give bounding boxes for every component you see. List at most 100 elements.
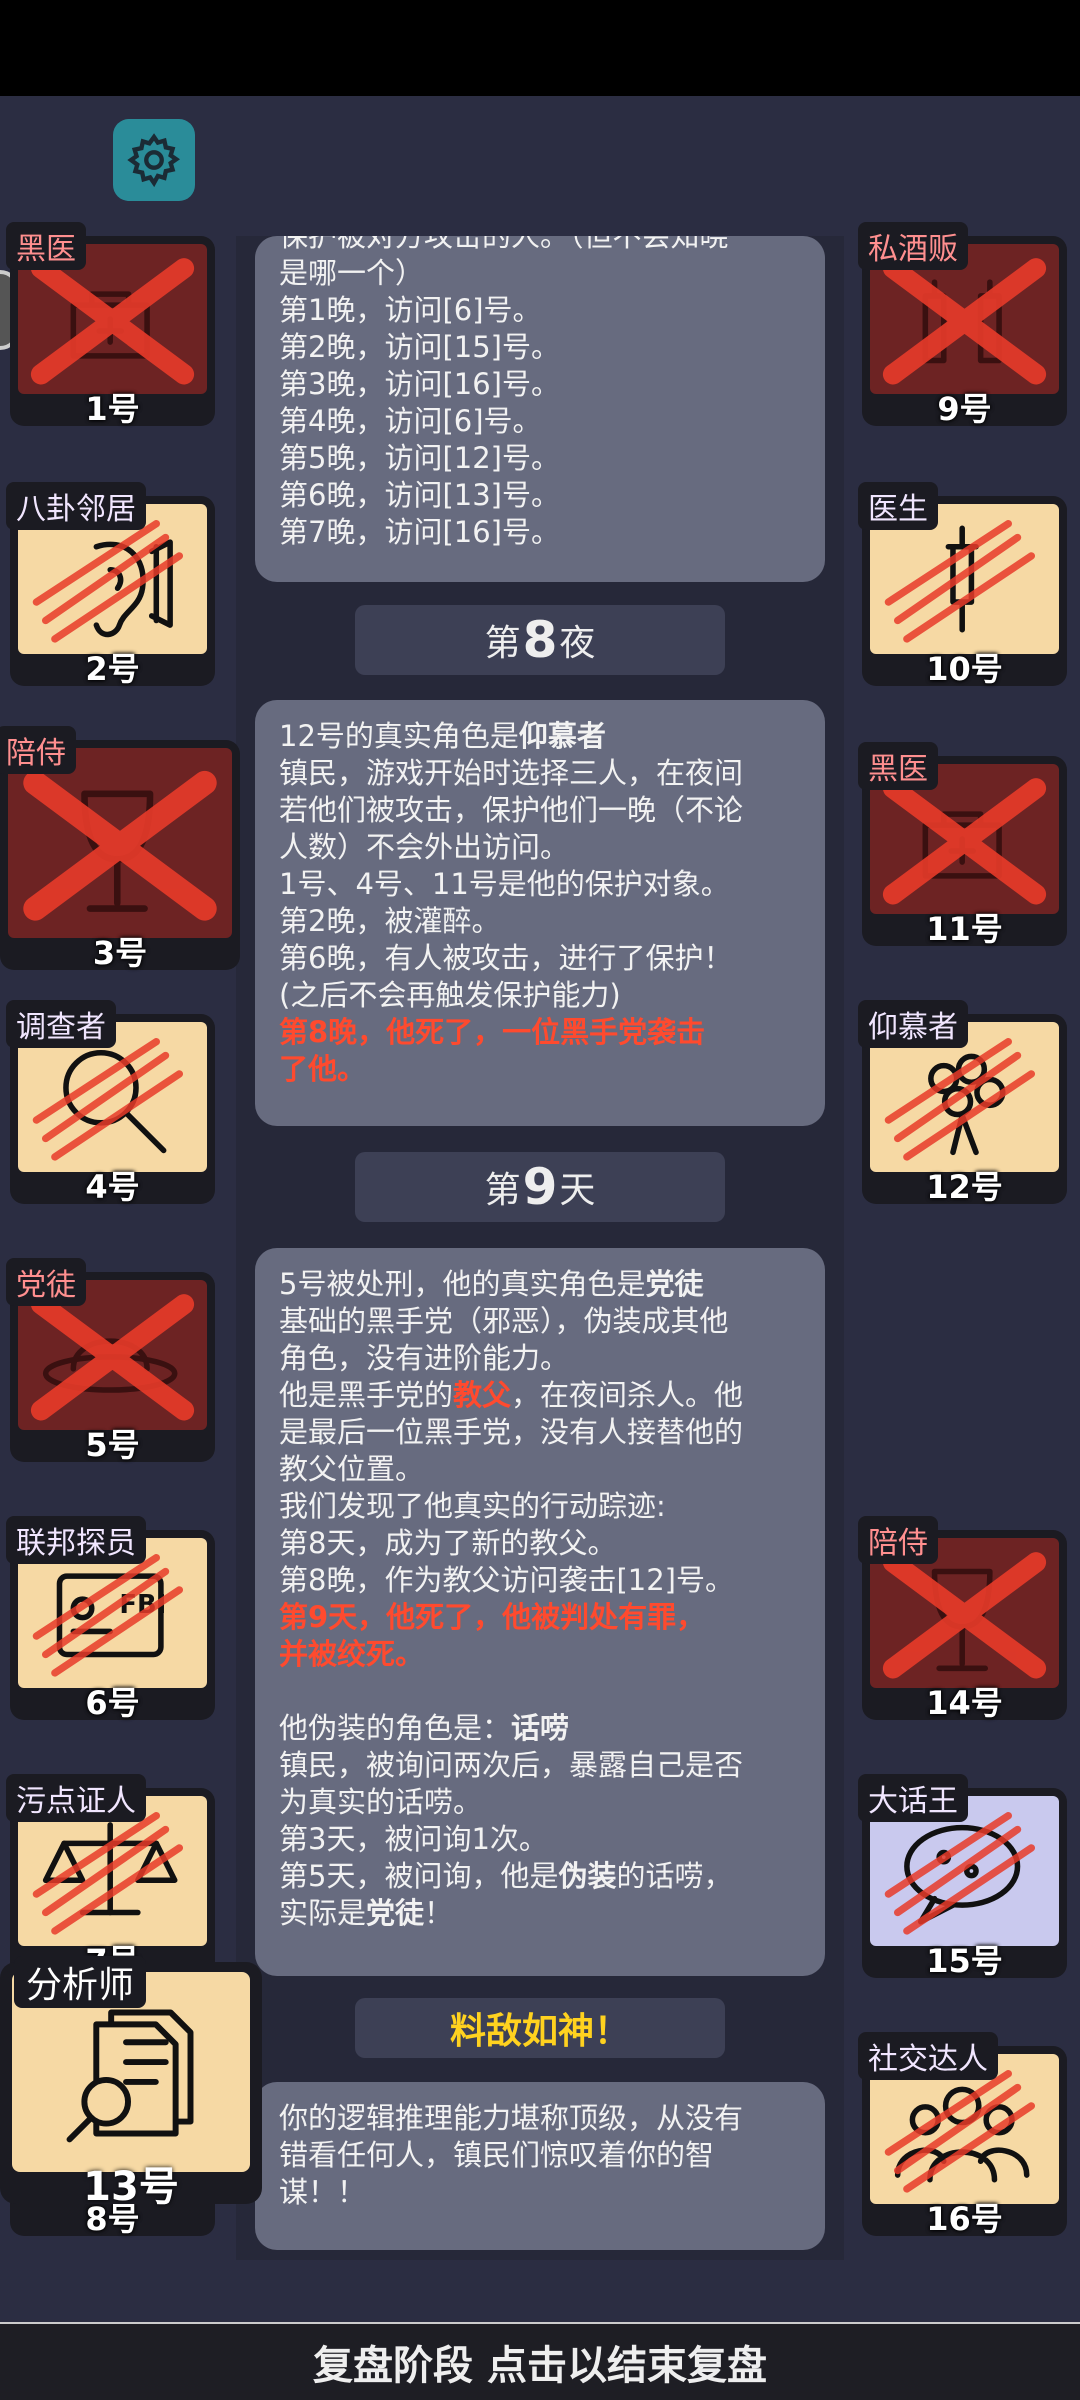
b1-line: 第4晚，访问[6]号。 <box>279 404 542 438</box>
b2-red-1: 第8晚，他死了，一位黑手党袭击 <box>279 1015 706 1049</box>
b3-l16-pre: 第5天，被问询，他是 <box>279 1859 559 1893</box>
player-card-14号[interactable]: 陪侍 14号 <box>858 1516 1067 1722</box>
card-art <box>23 770 217 921</box>
b1-line: 第5晚，访问[12]号。 <box>279 441 560 475</box>
card-role-label: 联邦探员 <box>6 1516 146 1564</box>
b3-l12-pre: 他伪装的角色是： <box>279 1711 512 1745</box>
b3-gap <box>279 1673 801 1710</box>
b3-line: 角色，没有进阶能力。 <box>279 1341 570 1375</box>
end-review-button[interactable]: 复盘阶段 点击以结束复盘 <box>0 2322 1080 2400</box>
b3-line: 是最后一位黑手党，没有人接替他的 <box>279 1415 744 1449</box>
b2-line: 第6晚，有人被攻击，进行了保护！ <box>279 941 733 975</box>
b2-line: 镇民，游戏开始时选择三人，在夜间 <box>279 756 744 790</box>
card-role-label: 污点证人 <box>6 1774 146 1822</box>
card-player-number: 12号 <box>926 1168 1003 1206</box>
log-bubble-3: 5号被处刑，他的真实角色是党徒 基础的黑手党（邪恶），伪装成其他 角色，没有进阶… <box>255 1248 825 1976</box>
day-9-post: 天 <box>559 1170 596 1211</box>
day-9-pre: 第 <box>484 1170 521 1211</box>
b1-line: 第2晚，访问[15]号。 <box>279 330 560 364</box>
player-card-12号[interactable]: 仰慕者 12号 <box>858 1000 1067 1206</box>
b3-l17-bold: 党徒 <box>366 1896 425 1930</box>
card-role-label: 调查者 <box>6 1000 116 1048</box>
day-9-header: 第 9 天 <box>355 1152 725 1222</box>
player-card-16号[interactable]: 社交达人 16号 <box>858 2032 1067 2238</box>
b3-line: 第8天，成为了新的教父。 <box>279 1526 617 1560</box>
log-bubble-4: 你的逻辑推理能力堪称顶级，从没有 错看任何人，镇民们惊叹着你的智 谋！！ <box>255 2082 825 2250</box>
b3-line: 基础的黑手党（邪恶），伪装成其他 <box>279 1304 729 1338</box>
b4-line: 错看任何人，镇民们惊叹着你的智 <box>279 2138 715 2172</box>
night-8-num: 8 <box>522 611 558 669</box>
card-player-number: 3号 <box>92 934 148 972</box>
b4-line: 谋！！ <box>279 2175 367 2209</box>
card-player-number: 11号 <box>926 910 1003 948</box>
b1-line: 第3晚，访问[16]号。 <box>279 367 560 401</box>
b1-line: 是哪一个） <box>279 256 425 290</box>
card-player-number: 6号 <box>85 1684 140 1722</box>
b3-l17-post: ！ <box>424 1896 454 1930</box>
player-card-15号[interactable]: 大话王 15号 <box>858 1774 1067 1980</box>
card-face <box>8 748 232 938</box>
player-card-7号[interactable]: 污点证人 7号 <box>6 1774 215 1980</box>
b2-line: (之后不会再触发保护能力) <box>279 978 621 1012</box>
b2-red-2: 了他。 <box>279 1052 367 1086</box>
b3-l4-post: ，在夜间杀人。他 <box>511 1378 744 1412</box>
night-8-pre: 第 <box>484 623 521 664</box>
b3-line: 第3天，被问询1次。 <box>279 1822 548 1856</box>
player-card-11号[interactable]: 黑医 11号 <box>858 742 1067 948</box>
b3-line: 第8晚，作为教父访问袭击[12]号。 <box>279 1563 734 1597</box>
b2-line: 1号、4号、11号是他的保护对象。 <box>279 867 730 901</box>
card-player-number: 4号 <box>85 1168 140 1206</box>
card-player-number: 9号 <box>937 390 992 428</box>
card-player-number: 10号 <box>926 650 1003 688</box>
card-role-label: 社交达人 <box>858 2032 998 2080</box>
player-card-3号[interactable]: 陪侍 3号 <box>0 726 240 972</box>
day-9-num: 9 <box>522 1158 558 1216</box>
b2-l1-bold: 仰慕者 <box>518 719 606 753</box>
log-bubble-1-text: 保护被对方攻击的人。（但不会知晓 是哪一个） 第1晚，访问[6]号。 第2晚，访问[1… <box>279 236 801 551</box>
b2-line: 人数）不会外出访问。 <box>279 830 570 864</box>
b2-line: 第2晚，被灌醉。 <box>279 904 501 938</box>
log-bubble-1: 保护被对方攻击的人。（但不会知晓 是哪一个） 第1晚，访问[6]号。 第2晚，访问[1… <box>255 236 825 582</box>
settings-button[interactable] <box>113 119 195 201</box>
card-role-label: 陪侍 <box>0 726 76 774</box>
b3-l16-bold: 伪装 <box>558 1859 617 1893</box>
card-player-number: 14号 <box>926 1684 1003 1722</box>
analyst-card[interactable]: 分析师 13号 <box>0 1956 262 2210</box>
b3-l17-pre: 实际是 <box>279 1896 367 1930</box>
b3-l1-pre: 5号被处刑，他的真实角色是 <box>279 1267 646 1301</box>
b3-red-2: 并被绞死。 <box>279 1637 425 1671</box>
card-player-number: 16号 <box>926 2200 1003 2238</box>
log-bubble-2: 12号的真实角色是仰慕者 镇民，游戏开始时选择三人，在夜间 若他们被攻击，保护他… <box>255 700 825 1126</box>
b2-line: 若他们被攻击，保护他们一晚（不论 <box>279 793 744 827</box>
player-card-1号[interactable]: 黑医 1号 <box>6 222 215 428</box>
card-role-label: 八卦邻居 <box>6 482 146 530</box>
player-card-4号[interactable]: 调查者 4号 <box>6 1000 215 1206</box>
player-card-6号[interactable]: FBI 联邦探员 6号 <box>6 1516 215 1722</box>
card-player-number: 1号 <box>85 390 140 428</box>
b2-l1-pre: 12号的真实角色是 <box>279 719 519 753</box>
b3-l1-bold: 党徒 <box>645 1267 704 1301</box>
b1-line: 第6晚，访问[13]号。 <box>279 478 560 512</box>
b3-line: 镇民，被询问两次后，暴露自己是否 <box>279 1748 744 1782</box>
card-role-label: 大话王 <box>858 1774 968 1822</box>
b3-l16-post: 的话唠， <box>616 1859 733 1893</box>
card-player-number: 5号 <box>85 1426 140 1464</box>
card-player-number: 15号 <box>926 1942 1003 1980</box>
card-role-label: 仰慕者 <box>858 1000 968 1048</box>
player-card-5号[interactable]: 党徒 5号 <box>6 1258 215 1464</box>
player-card-10号[interactable]: 医生 10号 <box>858 482 1067 688</box>
card-role-label: 党徒 <box>6 1258 86 1306</box>
b3-line: 教父位置。 <box>279 1452 425 1486</box>
player-card-2号[interactable]: 八卦邻居 2号 <box>6 482 215 688</box>
night-8-header: 第 8 夜 <box>355 605 725 675</box>
card-role-label: 医生 <box>858 482 938 530</box>
analyst-role-label: 分析师 <box>14 1956 147 2008</box>
card-player-number: 2号 <box>85 650 140 688</box>
card-role-label: 陪侍 <box>858 1516 938 1564</box>
b3-red-1: 第9天，他死了，他被判处有罪， <box>279 1600 706 1634</box>
verdict-header: 料敌如神！ <box>355 1998 725 2058</box>
b3-l12-bold: 话唠 <box>511 1711 570 1745</box>
player-card-9号[interactable]: 私酒贩 9号 <box>858 222 1067 428</box>
card-role-label: 黑医 <box>858 742 938 790</box>
gear-icon <box>127 133 181 188</box>
